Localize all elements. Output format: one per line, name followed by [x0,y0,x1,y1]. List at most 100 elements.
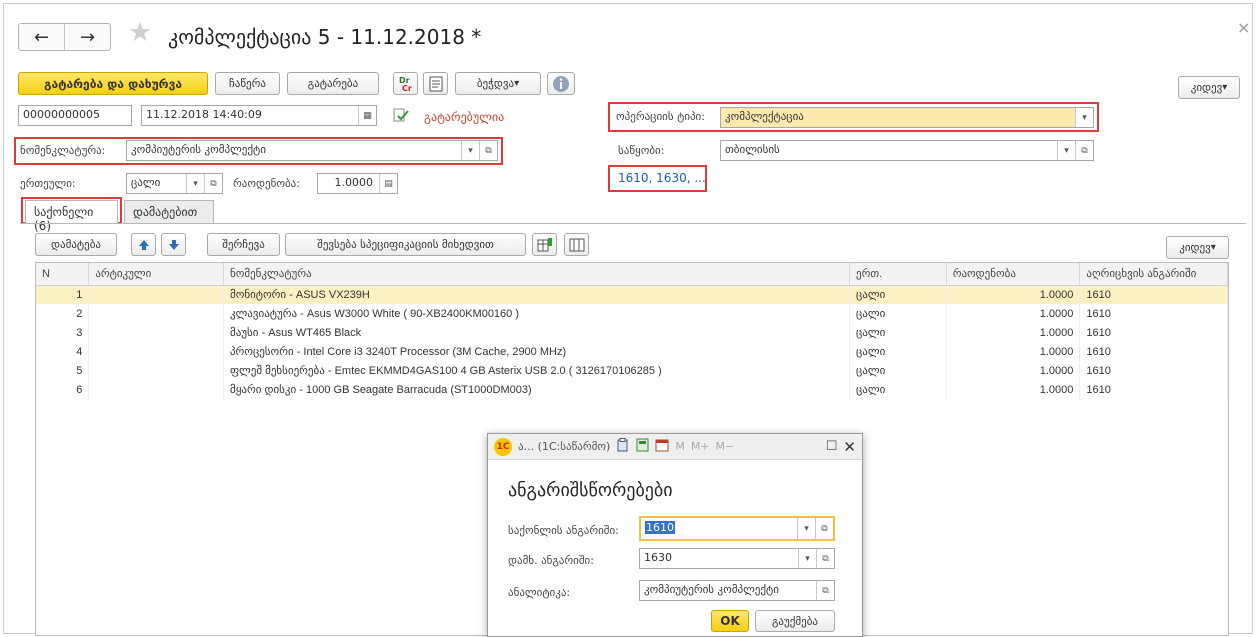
tabs-divider [20,223,1246,224]
quantity-field[interactable]: 1.0000 ▤ [317,173,398,194]
quantity-label: რაოდენობა: [233,177,300,190]
settlements-dialog: 1C ა... (1C:საწარმო) M M+ M− ☐ ✕ ანგარიშ… [487,433,863,637]
select-button[interactable]: შერჩევა [207,233,280,256]
warehouse-field[interactable]: თბილისის ▾ ⧉ [720,140,1094,161]
report-icon[interactable] [423,72,448,95]
post-and-close-button[interactable]: გატარება და დახურვა [18,72,208,95]
cell-unit: ცალი [849,323,947,342]
unit-field[interactable]: ცალი ▾ ⧉ [126,173,223,194]
cell-quantity: 1.0000 [946,323,1081,342]
tab-goods[interactable]: საქონელი (6) [25,200,118,233]
chevron-down-icon[interactable]: ▾ [1075,108,1093,127]
analytics-label: ანალიტიკა: [508,586,571,599]
analytics-value: კომპიუტერის კომპლექტი [644,583,779,596]
goods-account-value: 1610 [645,521,675,534]
nomenclature-field[interactable]: კომპიუტერის კომპლექტი ▾ ⧉ [126,140,498,161]
open-icon[interactable]: ⧉ [816,581,834,600]
table-header-row: N არტიკული ნომენკლატურა ერთ. რაოდენობა ა… [36,263,1228,286]
cr-text: Cr [402,84,412,93]
operation-type-value: კომპლექტაცია [725,110,804,123]
cell-nomenclature: მყარი დისკი - 1000 GB Seagate Barracuda … [223,380,850,399]
chevron-down-icon[interactable]: ▾ [1057,141,1075,160]
open-icon[interactable]: ⧉ [816,549,834,568]
table-add-icon[interactable] [532,233,557,256]
post-button[interactable]: გატარება [287,72,379,95]
cell-article [88,342,224,361]
analytics-field[interactable]: კომპიუტერის კომპლექტი ⧉ [639,580,835,601]
operation-type-select[interactable]: კომპლექტაცია ▾ [720,107,1094,128]
dt-cr-icon[interactable]: Dr Cr [393,72,418,95]
chevron-down-icon[interactable]: ▾ [186,174,204,193]
table-more-button[interactable]: კიდევ [1166,236,1229,259]
forward-button[interactable]: → [65,24,110,50]
tab-additional[interactable]: დამატებით [124,200,214,224]
close-icon[interactable]: × [1237,18,1250,37]
save-button[interactable]: ჩაწერა [215,72,280,95]
maximize-icon[interactable]: ☐ [826,439,838,454]
calculator-icon[interactable]: ▤ [379,174,397,193]
add-row-button[interactable]: დამატება [35,233,117,256]
table-row[interactable]: 6 მყარი დისკი - 1000 GB Seagate Barracud… [36,380,1228,399]
fill-by-spec-button[interactable]: შევსება სპეციფიკაციის მიხედვით [285,233,526,256]
accounts-link[interactable]: 1610, 1630, ... [618,171,706,185]
open-icon[interactable]: ⧉ [1075,141,1093,160]
table-row[interactable]: 2 კლავიატურა - Asus W3000 White ( 90-XB2… [36,304,1228,323]
move-down-icon[interactable] [161,233,186,256]
cell-account: 1610 [1079,304,1228,323]
document-number-field[interactable]: 00000000005 [18,105,132,126]
warehouse-value: თბილისის [725,143,780,156]
ok-button[interactable]: OK [711,610,749,632]
nomenclature-value: კომპიუტერის კომპლექტი [131,143,266,156]
addl-account-value: 1630 [644,551,672,564]
cancel-button[interactable]: გაუქმება [755,610,835,632]
goods-account-field[interactable]: 1610 ▾ ⧉ [639,516,835,541]
cell-article [88,304,224,323]
column-header-quantity[interactable]: რაოდენობა [946,263,1081,286]
print-button[interactable]: ბეჭდვა [455,72,541,95]
open-icon[interactable]: ⧉ [204,174,222,193]
cell-article [88,285,224,304]
table-row[interactable]: 3 მაუსი - Asus WT465 Black ცალი 1.0000 1… [36,323,1228,342]
move-up-icon[interactable] [131,233,156,256]
memory-plus-button[interactable]: M+ [691,440,710,453]
cell-n: 1 [36,285,90,304]
table-columns-icon[interactable] [564,233,589,256]
unit-value: ცალი [131,176,161,189]
table-row[interactable]: 4 პროცესორი - Intel Core i3 3240T Proces… [36,342,1228,361]
calendar-icon[interactable] [655,438,669,455]
cell-unit: ცალი [849,380,947,399]
more-button[interactable]: კიდევ [1178,76,1240,99]
open-icon[interactable]: ⧉ [815,518,833,539]
info-icon[interactable] [547,72,575,95]
info-svg [553,75,569,92]
memory-button[interactable]: M [675,440,685,453]
cell-account: 1610 [1079,342,1228,361]
column-header-unit[interactable]: ერთ. [849,263,947,286]
back-button[interactable]: ← [19,24,65,50]
chevron-down-icon[interactable]: ▾ [461,141,479,160]
column-header-account[interactable]: აღრიცხვის ანგარიში [1079,263,1228,286]
calculator-icon[interactable] [636,438,649,455]
calendar-icon[interactable]: ▦ [358,106,376,125]
addl-account-field[interactable]: 1630 ▾ ⧉ [639,548,835,569]
chevron-down-icon[interactable]: ▾ [798,549,816,568]
chevron-down-icon[interactable]: ▾ [797,518,815,539]
document-date-field[interactable]: 11.12.2018 14:40:09 ▦ [141,105,377,126]
open-icon[interactable]: ⧉ [479,141,497,160]
clipboard-icon[interactable] [616,438,630,455]
cell-nomenclature: პროცესორი - Intel Core i3 3240T Processo… [223,342,850,361]
cell-article [88,361,224,380]
column-header-nomenclature[interactable]: ნომენკლატურა [223,263,850,286]
table-row[interactable]: 1 მონიტორი - ASUS VX239H ცალი 1.0000 161… [36,285,1228,304]
warehouse-label: საწყობი: [618,144,665,157]
table-row[interactable]: 5 ფლეშ მეხსიერება - Emtec EKMMD4GAS100 4… [36,361,1228,380]
goods-account-label: საქონლის ანგარიში: [508,524,619,537]
favorite-star-icon[interactable]: ★ [128,19,152,46]
memory-minus-button[interactable]: M− [716,440,735,453]
close-icon[interactable]: ✕ [843,438,856,456]
column-header-n[interactable]: N [36,263,90,286]
cell-quantity: 1.0000 [946,361,1081,380]
more-label: კიდევ [1190,81,1223,94]
column-header-article[interactable]: არტიკული [88,263,224,286]
cell-quantity: 1.0000 [946,380,1081,399]
